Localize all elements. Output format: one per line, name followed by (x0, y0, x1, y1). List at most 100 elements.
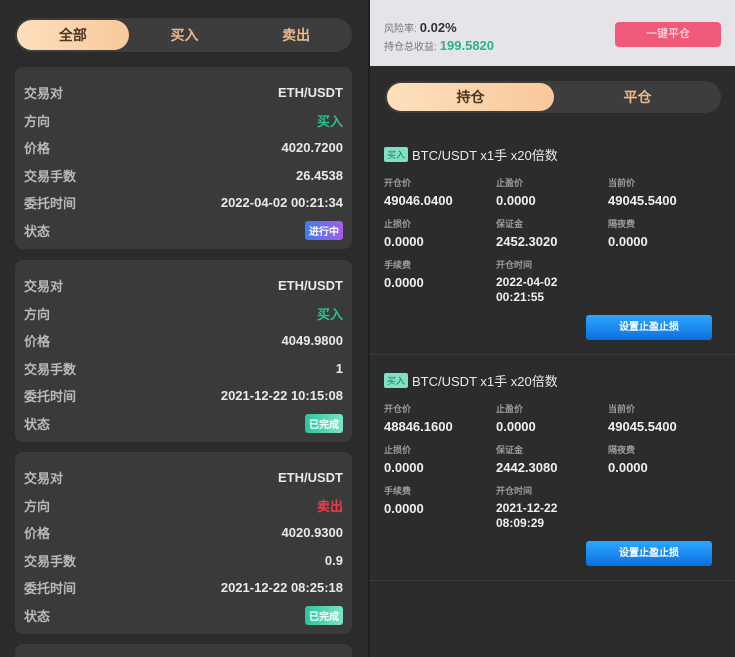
time-value: 2022-04-02 00:21:34 (220, 195, 343, 211)
open-price: 开仓价 48846.1600 (384, 402, 494, 434)
stop-loss-value: 0.0000 (384, 460, 424, 475)
fee: 手续费 0.0000 (384, 484, 494, 516)
total-pnl-value: 199.5820 (439, 38, 495, 53)
filter-sell[interactable]: 卖出 (240, 20, 352, 50)
position-title: BTC/USDT x1手 x20倍数 (412, 374, 558, 389)
current-price: 当前价 49045.5400 (608, 176, 718, 208)
qty-label: 交易手数 (24, 168, 77, 184)
pair-label: 交易对 (24, 86, 64, 102)
overnight-fee-value: 0.0000 (608, 234, 648, 249)
buy-tag: 买入 (384, 147, 409, 162)
order-filter-segment: 全部 买入 卖出 (15, 18, 352, 52)
position-card: 买入 BTC/USDT x1手 x20倍数 开仓价 48846.1600 止盈价 0… (370, 356, 735, 581)
order-card[interactable] (15, 644, 352, 657)
position-card: 买入 BTC/USDT x1手 x20倍数 开仓价 49046.0400 止盈价 0… (370, 130, 735, 355)
time-label: 委托时间 (24, 196, 77, 212)
order-card[interactable]: 交易对 ETH/USDT 方向 买入 价格 4049.9800 交易手数 1 委托时间 2… (15, 260, 352, 442)
overnight-fee-value: 0.0000 (608, 460, 648, 475)
take-profit-label: 止盈价 (496, 178, 524, 188)
direction-label: 方向 (24, 306, 51, 322)
status-label: 状态 (24, 223, 51, 239)
open-price-label: 开仓价 (384, 404, 412, 414)
margin: 保证金 2452.3020 (496, 217, 606, 249)
status-badge: 进行中 (305, 220, 343, 240)
margin: 保证金 2442.3080 (496, 443, 606, 475)
risk-summary-bar: 风险率: 0.02% 持仓总收益: 199.5820 一键平仓 (370, 0, 735, 66)
take-profit-price: 止盈价 0.0000 (496, 402, 606, 434)
qty-value: 1 (335, 360, 343, 376)
position-header: 买入 BTC/USDT x1手 x20倍数 (384, 371, 558, 390)
pair-value: ETH/USDT (278, 278, 343, 294)
total-pnl-label: 持仓总收益: (384, 42, 437, 53)
stop-loss-label: 止损价 (384, 219, 412, 229)
status-badge: 已完成 (305, 605, 343, 625)
margin-value: 2442.3080 (496, 460, 558, 475)
app-root: 全部 买入 卖出 交易对 ETH/USDT 方向 买入 价格 4020.7200 交易… (0, 0, 735, 657)
tab-holding[interactable]: 持仓 (387, 83, 554, 111)
open-time-clock: 00:21:55 (496, 290, 545, 304)
close-all-button[interactable]: 一键平仓 (615, 22, 721, 47)
price-value: 4049.9800 (281, 333, 343, 349)
take-profit-label: 止盈价 (496, 404, 524, 414)
time-value: 2021-12-22 08:25:18 (220, 580, 343, 596)
price-label: 价格 (24, 141, 51, 157)
stop-loss-price: 止损价 0.0000 (384, 217, 494, 249)
price-value: 4020.9300 (281, 525, 343, 541)
open-time-label: 开仓时间 (496, 260, 533, 270)
overnight-fee-label: 隔夜费 (608, 445, 636, 455)
pair-value: ETH/USDT (278, 470, 343, 486)
position-tabs: 持仓 平仓 (385, 81, 721, 113)
status-badge: 已完成 (305, 413, 343, 433)
stop-loss-label: 止损价 (384, 445, 412, 455)
open-price-value: 48846.1600 (384, 419, 453, 434)
set-tp-sl-button[interactable]: 设置止盈止损 (586, 315, 712, 340)
direction-label: 方向 (24, 113, 51, 129)
open-time: 开仓时间 2022-04-02 00:21:55 (496, 258, 606, 305)
order-card[interactable]: 交易对 ETH/USDT 方向 买入 价格 4020.7200 交易手数 26.4538… (15, 67, 352, 249)
order-card[interactable]: 交易对 ETH/USDT 方向 卖出 价格 4020.9300 交易手数 0.9 委托时… (15, 452, 352, 634)
open-time: 开仓时间 2021-12-22 08:09:29 (496, 484, 606, 531)
current-price-label: 当前价 (608, 404, 636, 414)
time-label: 委托时间 (24, 581, 77, 597)
qty-label: 交易手数 (24, 553, 77, 569)
direction-value: 卖出 (316, 498, 343, 514)
fee-label: 手续费 (384, 260, 412, 270)
time-value: 2021-12-22 10:15:08 (220, 388, 343, 404)
fee: 手续费 0.0000 (384, 258, 494, 290)
direction-label: 方向 (24, 498, 51, 514)
open-price-label: 开仓价 (384, 178, 412, 188)
qty-value: 0.9 (324, 552, 343, 568)
direction-value: 买入 (316, 306, 343, 322)
stop-loss-value: 0.0000 (384, 234, 424, 249)
open-time-clock: 08:09:29 (496, 516, 545, 530)
open-price: 开仓价 49046.0400 (384, 176, 494, 208)
risk-rate: 风险率: 0.02% (384, 20, 457, 35)
current-price: 当前价 49045.5400 (608, 402, 718, 434)
buy-tag: 买入 (384, 373, 409, 388)
open-time-value: 2022-04-02 00:21:55 (496, 275, 606, 305)
current-price-value: 49045.5400 (608, 193, 677, 208)
tab-closed[interactable]: 平仓 (554, 83, 721, 111)
pair-value: ETH/USDT (278, 85, 343, 101)
set-tp-sl-button[interactable]: 设置止盈止损 (586, 541, 712, 566)
filter-all[interactable]: 全部 (17, 20, 129, 50)
fee-value: 0.0000 (384, 501, 424, 516)
overnight-fee: 隔夜费 0.0000 (608, 217, 718, 249)
take-profit-value: 0.0000 (496, 419, 536, 434)
fee-value: 0.0000 (384, 275, 424, 290)
positions-panel: 风险率: 0.02% 持仓总收益: 199.5820 一键平仓 持仓 平仓 买入 B… (370, 0, 735, 657)
open-time-date: 2021-12-22 (496, 501, 558, 515)
qty-label: 交易手数 (24, 361, 77, 377)
open-time-date: 2022-04-02 (496, 275, 558, 289)
filter-buy[interactable]: 买入 (129, 20, 241, 50)
price-value: 4020.7200 (281, 140, 343, 156)
position-header: 买入 BTC/USDT x1手 x20倍数 (384, 145, 558, 164)
status-label: 状态 (24, 608, 51, 624)
current-price-label: 当前价 (608, 178, 636, 188)
open-time-label: 开仓时间 (496, 486, 533, 496)
current-price-value: 49045.5400 (608, 419, 677, 434)
margin-value: 2452.3020 (496, 234, 558, 249)
stop-loss-price: 止损价 0.0000 (384, 443, 494, 475)
open-price-value: 49046.0400 (384, 193, 453, 208)
price-label: 价格 (24, 526, 51, 542)
